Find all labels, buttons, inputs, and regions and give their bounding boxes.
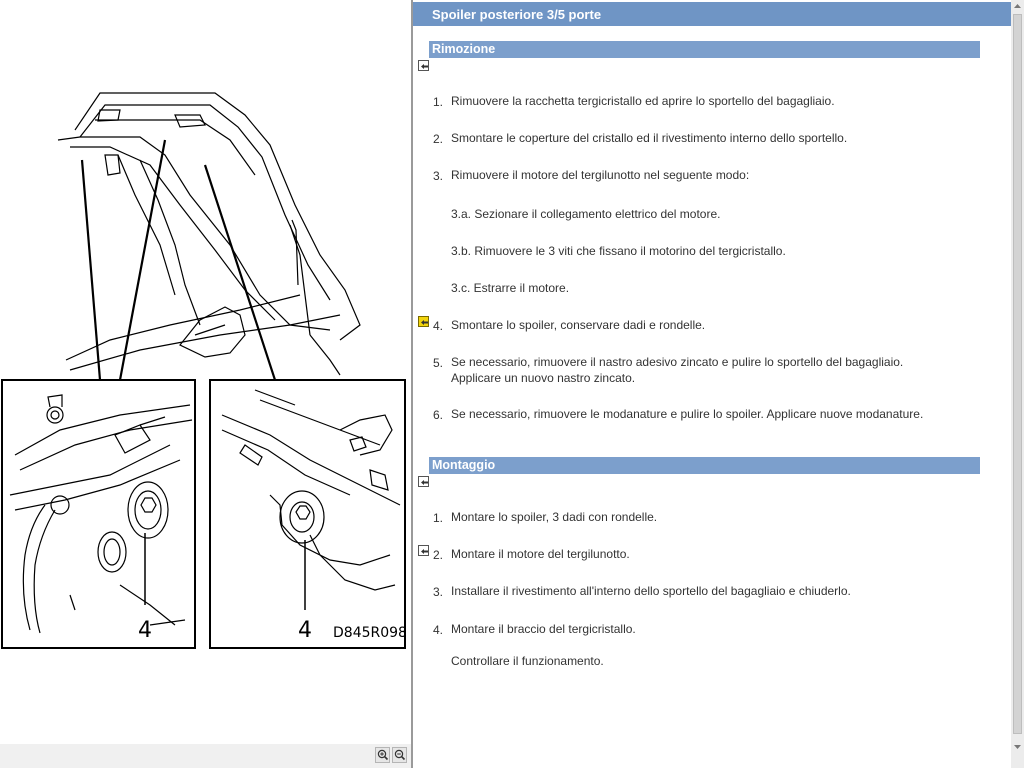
installation-step-text: Montare il braccio del tergicristallo. (451, 622, 636, 636)
left-status-bar (0, 744, 411, 768)
installation-step-number: 1. (433, 511, 444, 525)
removal-step-text: Se necessario, rimuovere il nastro adesi… (451, 355, 904, 385)
technical-illustration: 4 4 D845R098 (1, 92, 407, 649)
removal-step-text: Rimuovere il motore del tergilunotto nel… (451, 168, 750, 182)
illustration-code: D845R098 (333, 625, 407, 641)
zoom-out-icon (394, 749, 406, 761)
back-arrow-icon[interactable] (418, 476, 429, 487)
removal-step-number: 3. (433, 169, 444, 183)
section-header-removal: Rimozione (429, 41, 980, 58)
scroll-up-arrow-icon[interactable] (1011, 0, 1024, 13)
removal-substep: 3.b. Rimuovere le 3 viti che fissano il … (451, 244, 786, 258)
installation-step-text: Montare lo spoiler, 3 dadi con rondelle. (451, 510, 658, 524)
back-arrow-icon[interactable] (418, 60, 429, 71)
scroll-down-arrow-icon[interactable] (1011, 740, 1024, 753)
removal-step-number: 6. (433, 408, 444, 422)
installation-step-number: 4. (433, 623, 444, 637)
back-arrow-icon[interactable] (418, 545, 429, 556)
installation-step-number: 2. (433, 548, 444, 562)
removal-step-number: 4. (433, 319, 444, 333)
removal-step-text: Rimuovere la racchetta tergicristallo ed… (451, 94, 835, 108)
zoom-out-button[interactable] (392, 747, 407, 763)
removal-step-text: Smontare lo spoiler, conservare dadi e r… (451, 318, 706, 332)
scrollbar-thumb[interactable] (1013, 14, 1022, 734)
zoom-in-button[interactable] (375, 747, 390, 763)
removal-substep: 3.c. Estrarre il motore. (451, 281, 570, 295)
installation-step-text: Montare il motore del tergilunotto. (451, 547, 630, 561)
warning-icon[interactable] (418, 316, 429, 327)
installation-step-number: 3. (433, 585, 444, 599)
removal-substep: 3.a. Sezionare il collegamento elettrico… (451, 207, 721, 221)
removal-step-number: 2. (433, 132, 444, 146)
section-title-installation: Montaggio (432, 458, 496, 472)
callout-number-right: 4 (298, 618, 312, 643)
document-title-bar: Spoiler posteriore 3/5 porte (413, 2, 1011, 26)
installation-step-text: Installare il rivestimento all'interno d… (451, 584, 851, 598)
callout-number-left: 4 (138, 618, 152, 643)
document-title: Spoiler posteriore 3/5 porte (432, 7, 602, 22)
zoom-in-icon (377, 749, 389, 761)
removal-step-number: 1. (433, 95, 444, 109)
removal-step-text: Smontare le coperture del cristallo ed i… (451, 131, 848, 145)
section-header-installation: Montaggio (429, 457, 980, 474)
installation-note: Controllare il funzionamento. (451, 654, 604, 668)
removal-step-text: Se necessario, rimuovere le modanature e… (451, 407, 924, 421)
removal-step-number: 5. (433, 356, 444, 370)
section-title-removal: Rimozione (432, 42, 496, 56)
